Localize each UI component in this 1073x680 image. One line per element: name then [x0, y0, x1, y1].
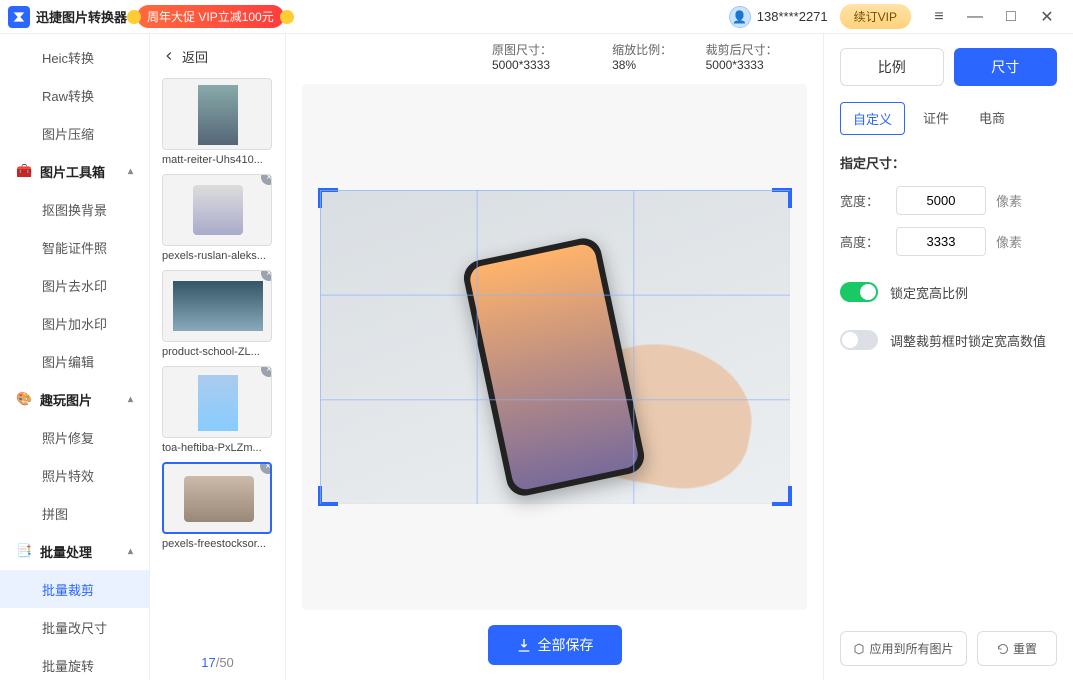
minimize-icon[interactable]: — [957, 3, 993, 31]
unit-label: 像素 [996, 191, 1022, 210]
sidebar-item-remove-wm[interactable]: 图片去水印 [0, 266, 149, 304]
maximize-icon[interactable]: □ [993, 3, 1029, 31]
fun-icon: 🎨 [16, 391, 32, 407]
counter-current: 17 [201, 655, 215, 670]
chevron-up-icon: ▴ [128, 394, 133, 405]
thumb-close-icon[interactable]: × [261, 366, 272, 377]
thumbnail-name: matt-reiter-Uhs410... [162, 154, 272, 166]
original-size-value: 5000*3333 [492, 58, 550, 72]
save-all-label: 全部保存 [538, 635, 594, 655]
promo-badge[interactable]: 周年大促 VIP立减100元 [137, 5, 284, 28]
sub-tab-id[interactable]: 证件 [911, 102, 961, 135]
height-input[interactable] [896, 227, 986, 256]
sidebar-item-add-wm[interactable]: 图片加水印 [0, 304, 149, 342]
thumb-close-icon[interactable]: × [261, 270, 272, 281]
sidebar-group-label: 图片工具箱 [40, 162, 105, 181]
sidebar-item-effects[interactable]: 照片特效 [0, 456, 149, 494]
image-info-row: 原图尺寸：5000*3333 缩放比例：38% 裁剪后尺寸：5000*3333 [302, 34, 807, 78]
sidebar-group-label: 趣玩图片 [40, 390, 92, 409]
thumbnail-panel: 返回 matt-reiter-Uhs410... × pexels-ruslan… [150, 34, 286, 680]
sidebar-group-label: 批量处理 [40, 542, 92, 561]
crop-size-value: 5000*3333 [706, 58, 764, 72]
sidebar-item-idphoto[interactable]: 智能证件照 [0, 228, 149, 266]
crop-area[interactable] [320, 190, 790, 504]
crop-handle-tr[interactable] [772, 188, 792, 208]
unit-label: 像素 [996, 232, 1022, 251]
apply-all-label: 应用到所有图片 [869, 640, 953, 657]
width-label: 宽度： [840, 191, 896, 210]
thumbnail-item[interactable]: × toa-heftiba-PxLZm... [162, 366, 273, 454]
sidebar-item-edit[interactable]: 图片编辑 [0, 342, 149, 380]
crop-handle-bl[interactable] [318, 486, 338, 506]
sidebar-item-repair[interactable]: 照片修复 [0, 418, 149, 456]
thumbnail-name: pexels-ruslan-aleks... [162, 250, 272, 262]
sidebar-group-toolbox[interactable]: 🧰 图片工具箱 ▴ [0, 152, 149, 190]
thumbnail-name: toa-heftiba-PxLZm... [162, 442, 272, 454]
thumbnail-counter: 17/50 [150, 645, 285, 680]
mode-tab-ratio[interactable]: 比例 [840, 48, 944, 86]
sidebar-item-batch-resize[interactable]: 批量改尺寸 [0, 608, 149, 646]
thumbnail-item[interactable]: × pexels-freestocksor... [162, 462, 273, 550]
user-phone: 138****2271 [757, 9, 828, 24]
sidebar-group-batch[interactable]: 📑 批量处理 ▴ [0, 532, 149, 570]
cube-icon [853, 643, 865, 655]
menu-icon[interactable]: ≡ [921, 3, 957, 31]
apply-all-button[interactable]: 应用到所有图片 [840, 631, 967, 666]
sidebar-item-batch-crop[interactable]: 批量裁剪 [0, 570, 149, 608]
reset-button[interactable]: 重置 [977, 631, 1057, 666]
save-all-button[interactable]: 全部保存 [488, 625, 622, 665]
sidebar-group-fun[interactable]: 🎨 趣玩图片 ▴ [0, 380, 149, 418]
thumb-close-icon[interactable]: × [261, 174, 272, 185]
sidebar-item-batch-rotate[interactable]: 批量旋转 [0, 646, 149, 680]
settings-panel: 比例 尺寸 自定义 证件 电商 指定尺寸： 宽度： 像素 高度： 像素 锁定宽高… [823, 34, 1073, 680]
renew-vip-button[interactable]: 续订VIP [840, 4, 911, 29]
thumbnail-name: pexels-freestocksor... [162, 538, 272, 550]
sidebar-item-cutout[interactable]: 抠图换背景 [0, 190, 149, 228]
refresh-icon [997, 643, 1009, 655]
original-size-label: 原图尺寸： [492, 43, 552, 57]
sidebar-item-heic[interactable]: Heic转换 [0, 38, 149, 76]
lock-ratio-toggle[interactable] [840, 282, 878, 302]
back-button[interactable]: 返回 [150, 34, 285, 78]
sub-tab-ecom[interactable]: 电商 [967, 102, 1017, 135]
sidebar-item-raw[interactable]: Raw转换 [0, 76, 149, 114]
title-bar: 迅捷图片转换器 周年大促 VIP立减100元 👤 138****2271 续订V… [0, 0, 1073, 34]
canvas-panel: 原图尺寸：5000*3333 缩放比例：38% 裁剪后尺寸：5000*3333 … [286, 34, 823, 680]
mode-tab-size[interactable]: 尺寸 [954, 48, 1058, 86]
back-label: 返回 [182, 47, 208, 66]
section-title-size: 指定尺寸： [840, 153, 1057, 172]
chevron-up-icon: ▴ [128, 166, 133, 177]
close-icon[interactable]: ✕ [1029, 3, 1065, 31]
thumbnail-item[interactable]: × product-school-ZL... [162, 270, 273, 358]
thumb-close-icon[interactable]: × [260, 462, 272, 474]
batch-icon: 📑 [16, 543, 32, 559]
thumbnail-name: product-school-ZL... [162, 346, 272, 358]
thumbnail-item[interactable]: × pexels-ruslan-aleks... [162, 174, 273, 262]
download-icon [516, 637, 532, 653]
crop-handle-tl[interactable] [318, 188, 338, 208]
crop-handle-br[interactable] [772, 486, 792, 506]
reset-label: 重置 [1013, 640, 1037, 657]
width-input[interactable] [896, 186, 986, 215]
toolbox-icon: 🧰 [16, 163, 32, 179]
sidebar: Heic转换 Raw转换 图片压缩 🧰 图片工具箱 ▴ 抠图换背景 智能证件照 图… [0, 34, 150, 680]
crop-size-label: 裁剪后尺寸： [706, 43, 778, 57]
crop-canvas[interactable] [302, 84, 807, 610]
scale-value: 38% [612, 58, 636, 72]
app-title: 迅捷图片转换器 [36, 7, 127, 26]
sub-tab-custom[interactable]: 自定义 [840, 102, 905, 135]
chevron-up-icon: ▴ [128, 546, 133, 557]
sidebar-item-compress[interactable]: 图片压缩 [0, 114, 149, 152]
user-avatar[interactable]: 👤 [729, 6, 751, 28]
sidebar-item-collage[interactable]: 拼图 [0, 494, 149, 532]
lock-ratio-label: 锁定宽高比例 [890, 283, 968, 302]
chevron-left-icon [162, 49, 176, 63]
scale-label: 缩放比例： [612, 43, 672, 57]
app-logo [8, 6, 30, 28]
thumbnail-item[interactable]: matt-reiter-Uhs410... [162, 78, 273, 166]
lock-crop-toggle[interactable] [840, 330, 878, 350]
lock-crop-label: 调整裁剪框时锁定宽高数值 [890, 331, 1046, 350]
height-label: 高度： [840, 232, 896, 251]
